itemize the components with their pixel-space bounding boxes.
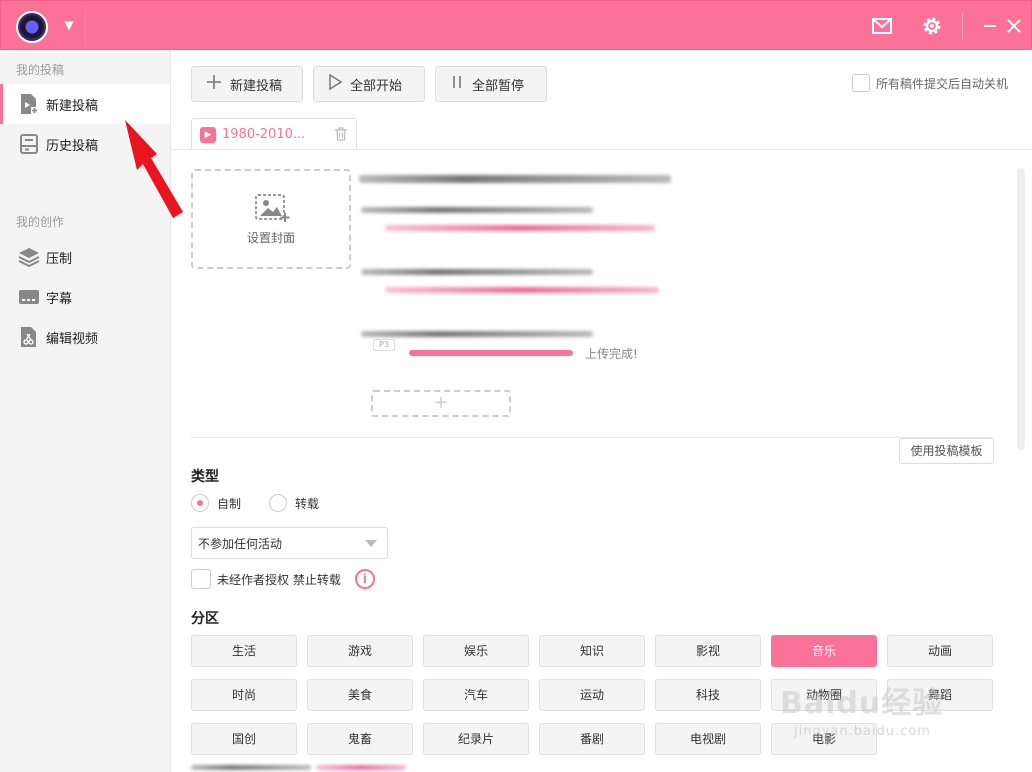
image-add-icon (254, 193, 290, 222)
set-cover-button[interactable]: 设置封面 (191, 169, 351, 269)
category-button[interactable]: 知识 (539, 635, 645, 667)
video-file-icon: ▶ (200, 126, 216, 143)
close-icon[interactable] (1001, 13, 1027, 39)
category-button[interactable]: 音乐 (771, 635, 877, 667)
obscured-progress-2 (385, 287, 659, 293)
new-post-icon (18, 93, 40, 115)
use-template-button[interactable]: 使用投稿模板 (899, 438, 994, 464)
category-button[interactable]: 生活 (191, 635, 297, 667)
category-button[interactable]: 汽车 (423, 679, 529, 711)
sidebar: 我的投稿 新建投稿 历史投稿 我的创作 压制 字幕 编辑视频 (0, 50, 171, 772)
category-button[interactable]: 电视剧 (655, 723, 761, 755)
new-post-button[interactable]: 新建投稿 (191, 66, 303, 102)
category-button[interactable]: 舞蹈 (887, 679, 993, 711)
layers-icon (18, 246, 40, 268)
title-bar: ▼ (0, 0, 1032, 50)
category-button[interactable]: 时尚 (191, 679, 297, 711)
obscured-progress-1 (385, 225, 655, 231)
obscured-footer-text (191, 765, 421, 772)
pause-icon (450, 74, 464, 95)
pause-all-button[interactable]: 全部暂停 (435, 66, 547, 102)
play-icon (328, 73, 343, 95)
file-tab-name: 1980-2010... (222, 127, 306, 142)
sidebar-item-label: 编辑视频 (46, 331, 99, 347)
trash-icon[interactable] (334, 127, 348, 141)
category-button[interactable]: 游戏 (307, 635, 413, 667)
type-radio-group: 自制 转载 (191, 494, 319, 512)
edit-video-icon (18, 326, 40, 348)
add-part-button[interactable]: + (371, 390, 511, 417)
minimize-icon[interactable] (977, 13, 1003, 39)
sidebar-item-new-post[interactable]: 新建投稿 (0, 84, 170, 124)
type-label: 类型 (191, 469, 219, 485)
forbid-repost-checkbox[interactable] (191, 569, 211, 589)
category-button[interactable]: 电影 (771, 723, 877, 755)
main-panel: 新建投稿 全部开始 全部暂停 所有稿件提交后自动关机 ▶ 1980-2010..… (171, 50, 1032, 772)
file-thumb: P3 (373, 339, 395, 351)
sidebar-item-label: 压制 (46, 251, 73, 267)
category-button[interactable]: 动物圈 (771, 679, 877, 711)
start-all-button[interactable]: 全部开始 (313, 66, 425, 102)
category-label: 分区 (191, 611, 219, 627)
obscured-file-1 (361, 207, 593, 213)
history-icon (18, 133, 40, 155)
avatar[interactable] (16, 11, 48, 43)
category-button[interactable]: 影视 (655, 635, 761, 667)
category-button[interactable]: 美食 (307, 679, 413, 711)
radio-repost[interactable] (269, 494, 288, 512)
obscured-title (359, 175, 671, 183)
mail-icon[interactable] (869, 13, 895, 39)
upload-progress-bar (409, 350, 573, 356)
info-icon[interactable]: i (354, 569, 375, 589)
chevron-down-icon[interactable]: ▼ (61, 15, 77, 35)
sidebar-section-my-creation: 我的创作 (16, 215, 65, 229)
auto-shutdown-option[interactable]: 所有稿件提交后自动关机 (852, 74, 1008, 92)
chevron-down-icon (365, 540, 377, 547)
upload-status: 上传完成! (585, 347, 638, 361)
forbid-repost-option[interactable]: 未经作者授权 禁止转载 i (191, 569, 375, 589)
sidebar-section-my-posts: 我的投稿 (16, 63, 65, 77)
sidebar-item-label: 字幕 (46, 291, 73, 307)
category-button[interactable]: 番剧 (539, 723, 645, 755)
category-button[interactable]: 娱乐 (423, 635, 529, 667)
sidebar-item-compress[interactable]: 压制 (0, 237, 170, 277)
activity-select[interactable]: 不参加任何活动 (191, 527, 388, 559)
file-tab[interactable]: ▶ 1980-2010... (191, 118, 357, 150)
sidebar-item-edit-video[interactable]: 编辑视频 (0, 317, 170, 357)
sidebar-item-history[interactable]: 历史投稿 (0, 124, 170, 164)
radio-original[interactable] (191, 494, 209, 512)
tab-underline (171, 149, 1032, 150)
sidebar-item-label: 新建投稿 (46, 98, 99, 114)
gear-icon[interactable] (919, 13, 945, 39)
obscured-file-3 (361, 331, 593, 337)
titlebar-divider (85, 7, 86, 45)
sidebar-item-label: 历史投稿 (46, 138, 99, 154)
category-button[interactable]: 动画 (887, 635, 993, 667)
subtitle-icon (18, 286, 40, 308)
category-button[interactable]: 国创 (191, 723, 297, 755)
scrollbar[interactable] (1017, 168, 1025, 450)
auto-shutdown-checkbox[interactable] (852, 74, 870, 92)
category-button[interactable]: 纪录片 (423, 723, 529, 755)
titlebar-separator (962, 13, 963, 39)
sidebar-item-subtitle[interactable]: 字幕 (0, 277, 170, 317)
category-button[interactable]: 运动 (539, 679, 645, 711)
obscured-file-2 (361, 269, 593, 275)
category-button[interactable]: 鬼畜 (307, 723, 413, 755)
section-divider (191, 437, 994, 438)
category-button[interactable]: 科技 (655, 679, 761, 711)
plus-icon (206, 74, 222, 95)
